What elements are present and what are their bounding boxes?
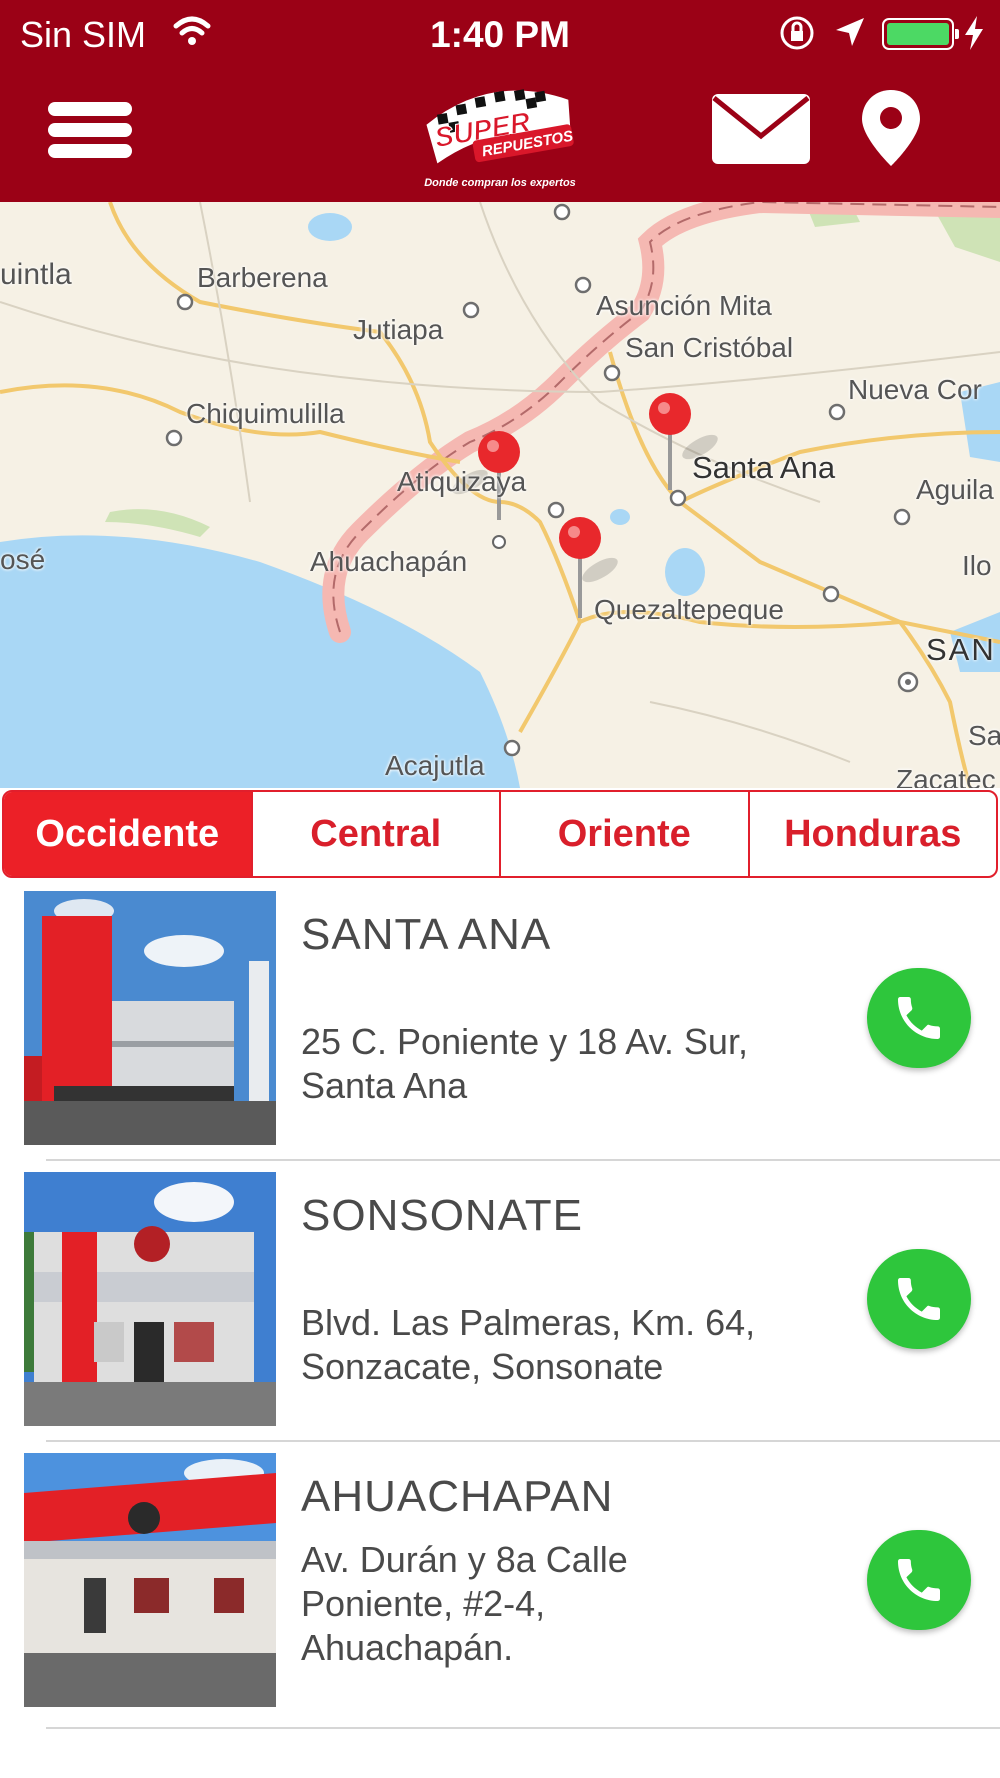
phone-icon <box>898 1278 940 1320</box>
store-photo <box>24 891 276 1145</box>
map-label: San Cristóbal <box>625 332 794 363</box>
store-address: 25 C. Poniente y 18 Av. Sur, Santa Ana <box>301 1021 748 1106</box>
map-label: Asunción Mita <box>596 290 772 321</box>
map-label: Acajutla <box>385 750 485 781</box>
store-address: Blvd. Las Palmeras, Km. 64, Sonzacate, S… <box>301 1302 756 1387</box>
call-button[interactable] <box>867 1249 971 1349</box>
list-item[interactable]: AHUACHAPAN Av. Durán y 8a Calle Poniente… <box>0 1442 1000 1729</box>
map-label: Sa <box>968 720 1000 751</box>
tab-honduras[interactable]: Honduras <box>747 792 997 876</box>
store-map[interactable]: uintla Barberena Jutiapa Asunción Mita S… <box>0 202 1000 788</box>
map-label: Quezaltepeque <box>594 594 784 625</box>
store-name: SONSONATE <box>301 1191 584 1240</box>
menu-icon <box>48 102 132 116</box>
tab-central[interactable]: Central <box>250 792 500 876</box>
tab-occidente[interactable]: Occidente <box>4 792 251 876</box>
map-label: Santa Ana <box>692 450 836 485</box>
store-photo <box>24 1172 276 1426</box>
battery-icon <box>882 18 959 50</box>
orientation-lock-icon <box>780 16 814 50</box>
map-label: Barberena <box>197 262 328 293</box>
separator <box>46 1727 1000 1729</box>
call-button[interactable] <box>867 1530 971 1630</box>
store-list: SANTA ANA 25 C. Poniente y 18 Av. Sur, S… <box>0 880 1000 1729</box>
phone-icon <box>898 997 940 1039</box>
store-name: AHUACHAPAN <box>301 1472 614 1521</box>
store-photo <box>24 1453 276 1707</box>
map-label: Ahuachapán <box>310 546 468 577</box>
logo-tagline: Donde compran los expertos <box>424 177 576 189</box>
map-label: Zacatec <box>896 764 996 788</box>
app-header: Sin SIM 1:40 PM SUPER REPUESTOS Donde co… <box>0 0 1000 202</box>
map-label: Jutiapa <box>353 314 444 345</box>
location-pin-icon <box>862 90 920 166</box>
phone-icon <box>898 1559 940 1601</box>
store-address: Av. Durán y 8a Calle Poniente, #2-4, Ahu… <box>301 1539 628 1668</box>
store-name: SANTA ANA <box>301 910 552 959</box>
region-tabs: Occidente Central Oriente Honduras <box>2 790 998 878</box>
map-label: SAN <box>926 632 996 667</box>
map-label: Atiquizaya <box>397 466 527 497</box>
map-label: Chiquimulilla <box>186 398 345 429</box>
map-label: uintla <box>0 258 72 291</box>
map-label: Nueva Cor <box>848 374 982 405</box>
mail-button[interactable] <box>710 92 812 166</box>
map-label: Aguila <box>916 474 994 505</box>
call-button[interactable] <box>867 968 971 1068</box>
map-label: Ilo <box>962 550 992 581</box>
map-label: osé <box>0 544 46 575</box>
status-bar: Sin SIM 1:40 PM <box>0 0 1000 68</box>
charging-bolt-icon <box>965 16 983 50</box>
list-item[interactable]: SONSONATE Blvd. Las Palmeras, Km. 64, So… <box>0 1161 1000 1442</box>
menu-button[interactable] <box>48 102 132 158</box>
mail-icon <box>712 94 810 164</box>
brand-logo: SUPER REPUESTOS Donde compran los expert… <box>424 89 576 189</box>
location-arrow-icon <box>836 18 864 46</box>
tab-oriente[interactable]: Oriente <box>499 792 748 876</box>
location-button[interactable] <box>860 88 922 168</box>
list-item[interactable]: SANTA ANA 25 C. Poniente y 18 Av. Sur, S… <box>0 880 1000 1161</box>
